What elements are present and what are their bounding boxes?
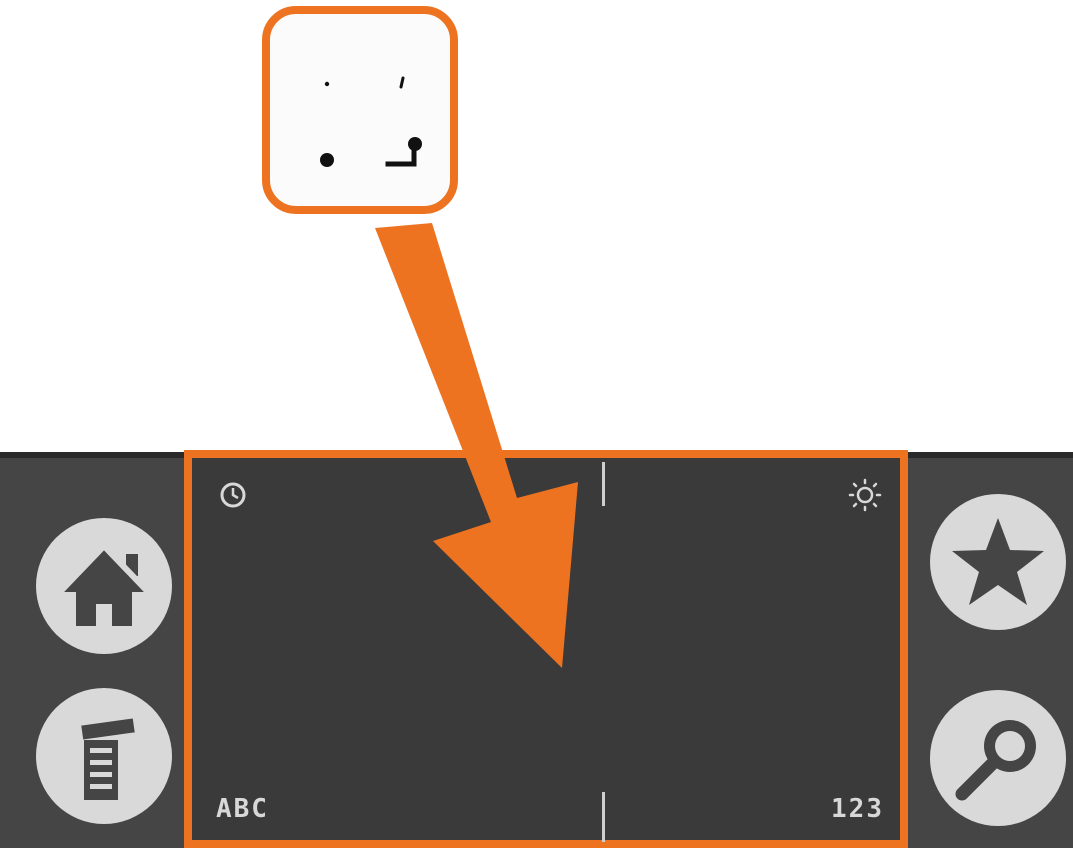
home-button[interactable] [36,518,172,654]
return-stroke-glyph [385,144,417,167]
period-stroke-glyph [324,81,330,87]
graffiti-writing-area[interactable]: ABC 123 [184,450,908,848]
brightness-icon[interactable] [848,478,882,512]
favorites-button[interactable] [930,494,1066,630]
home-icon [53,541,155,626]
menu-button[interactable] [36,688,172,824]
star-icon [952,518,1044,605]
menu-icon [81,718,135,800]
area-divider-bottom [602,792,605,842]
dot-stroke-glyph [320,153,334,167]
zoom-callout [262,6,458,214]
area-divider-top [602,462,605,506]
search-icon [955,720,1036,801]
graffiti-glyphs [320,76,422,167]
return-stroke-dot [408,137,422,151]
number-mode-label: 123 [831,794,884,824]
clock-icon[interactable] [218,480,248,510]
find-button[interactable] [930,690,1066,826]
abc-mode-label: ABC [216,794,269,824]
comma-stroke-glyph [399,76,405,89]
